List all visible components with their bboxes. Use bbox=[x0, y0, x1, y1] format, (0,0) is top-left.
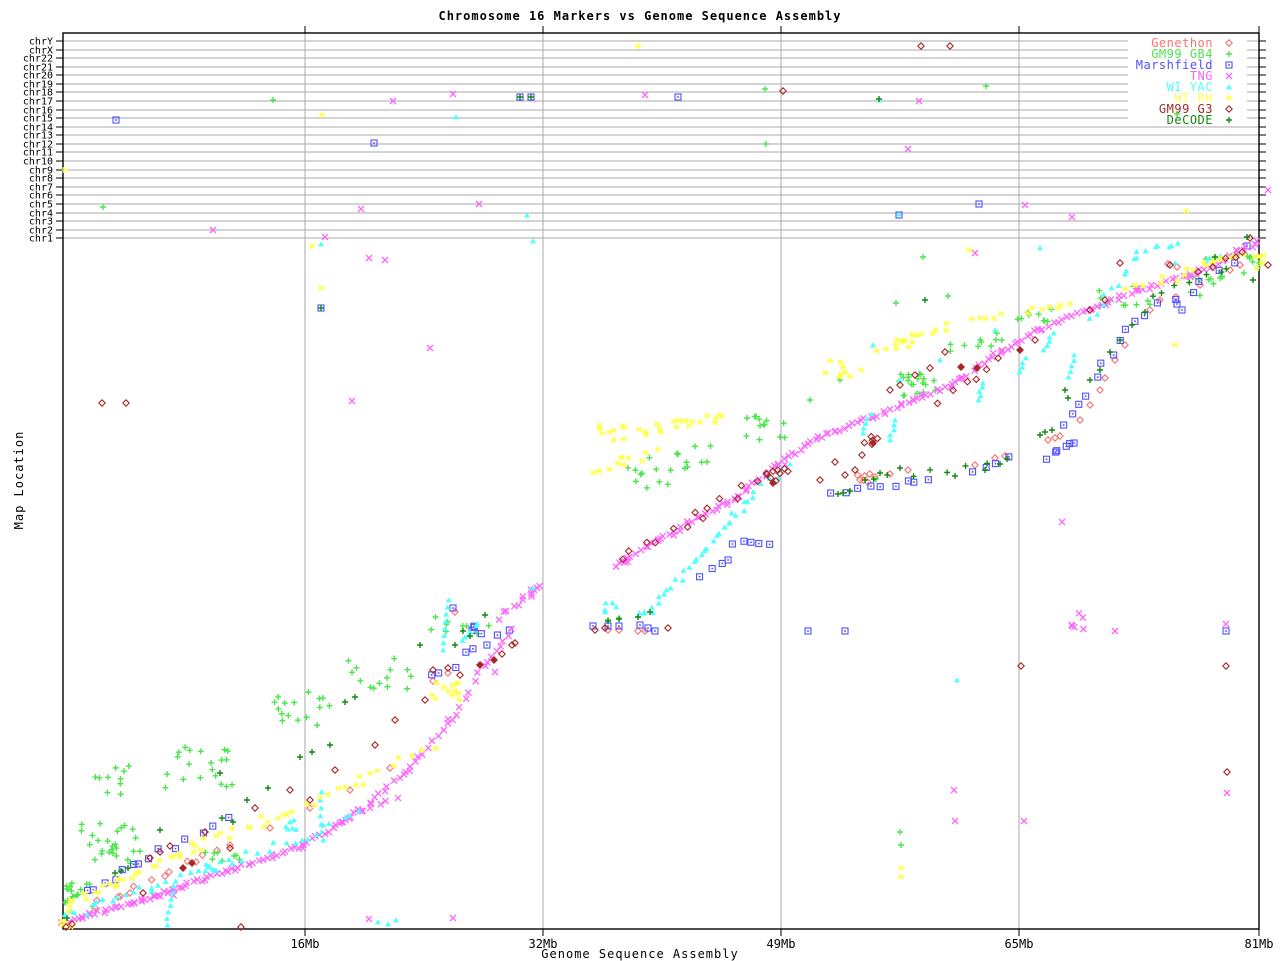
series-tng bbox=[58, 91, 1271, 925]
scatter-plot: chrYchrXchr22chr21chr20chr19chr18chr17ch… bbox=[0, 0, 1280, 960]
x-axis-ticks: 16Mb32Mb49Mb65Mb81Mb bbox=[291, 26, 1274, 951]
series-wi-yac bbox=[62, 97, 1224, 927]
series-decode bbox=[64, 94, 1256, 921]
plot-border bbox=[63, 33, 1259, 929]
chart-canvas: chrYchrXchr22chr21chr20chr19chr18chr17ch… bbox=[0, 0, 1280, 960]
x-axis-label: Genome Sequence Assembly bbox=[0, 947, 1280, 961]
y-axis-label: Map Location bbox=[12, 425, 26, 535]
series-gm99-g3 bbox=[63, 43, 1271, 930]
series-marshfield bbox=[85, 94, 1250, 893]
row-label-chr1: chr1 bbox=[29, 234, 53, 245]
chart-title: Chromosome 16 Markers vs Genome Sequence… bbox=[0, 9, 1280, 23]
series-genethon bbox=[92, 261, 1243, 911]
series-wi-rh bbox=[59, 43, 1266, 929]
legend: GenethonGM99 GB4MarshfieldTNGWI YACWI RH… bbox=[1128, 36, 1247, 127]
legend-item-decode: DeCODE bbox=[1167, 113, 1213, 127]
series-gm99-gb4 bbox=[62, 83, 1262, 909]
chromosome-row-lines: chrYchrXchr22chr21chr20chr19chr18chr17ch… bbox=[23, 37, 1266, 245]
